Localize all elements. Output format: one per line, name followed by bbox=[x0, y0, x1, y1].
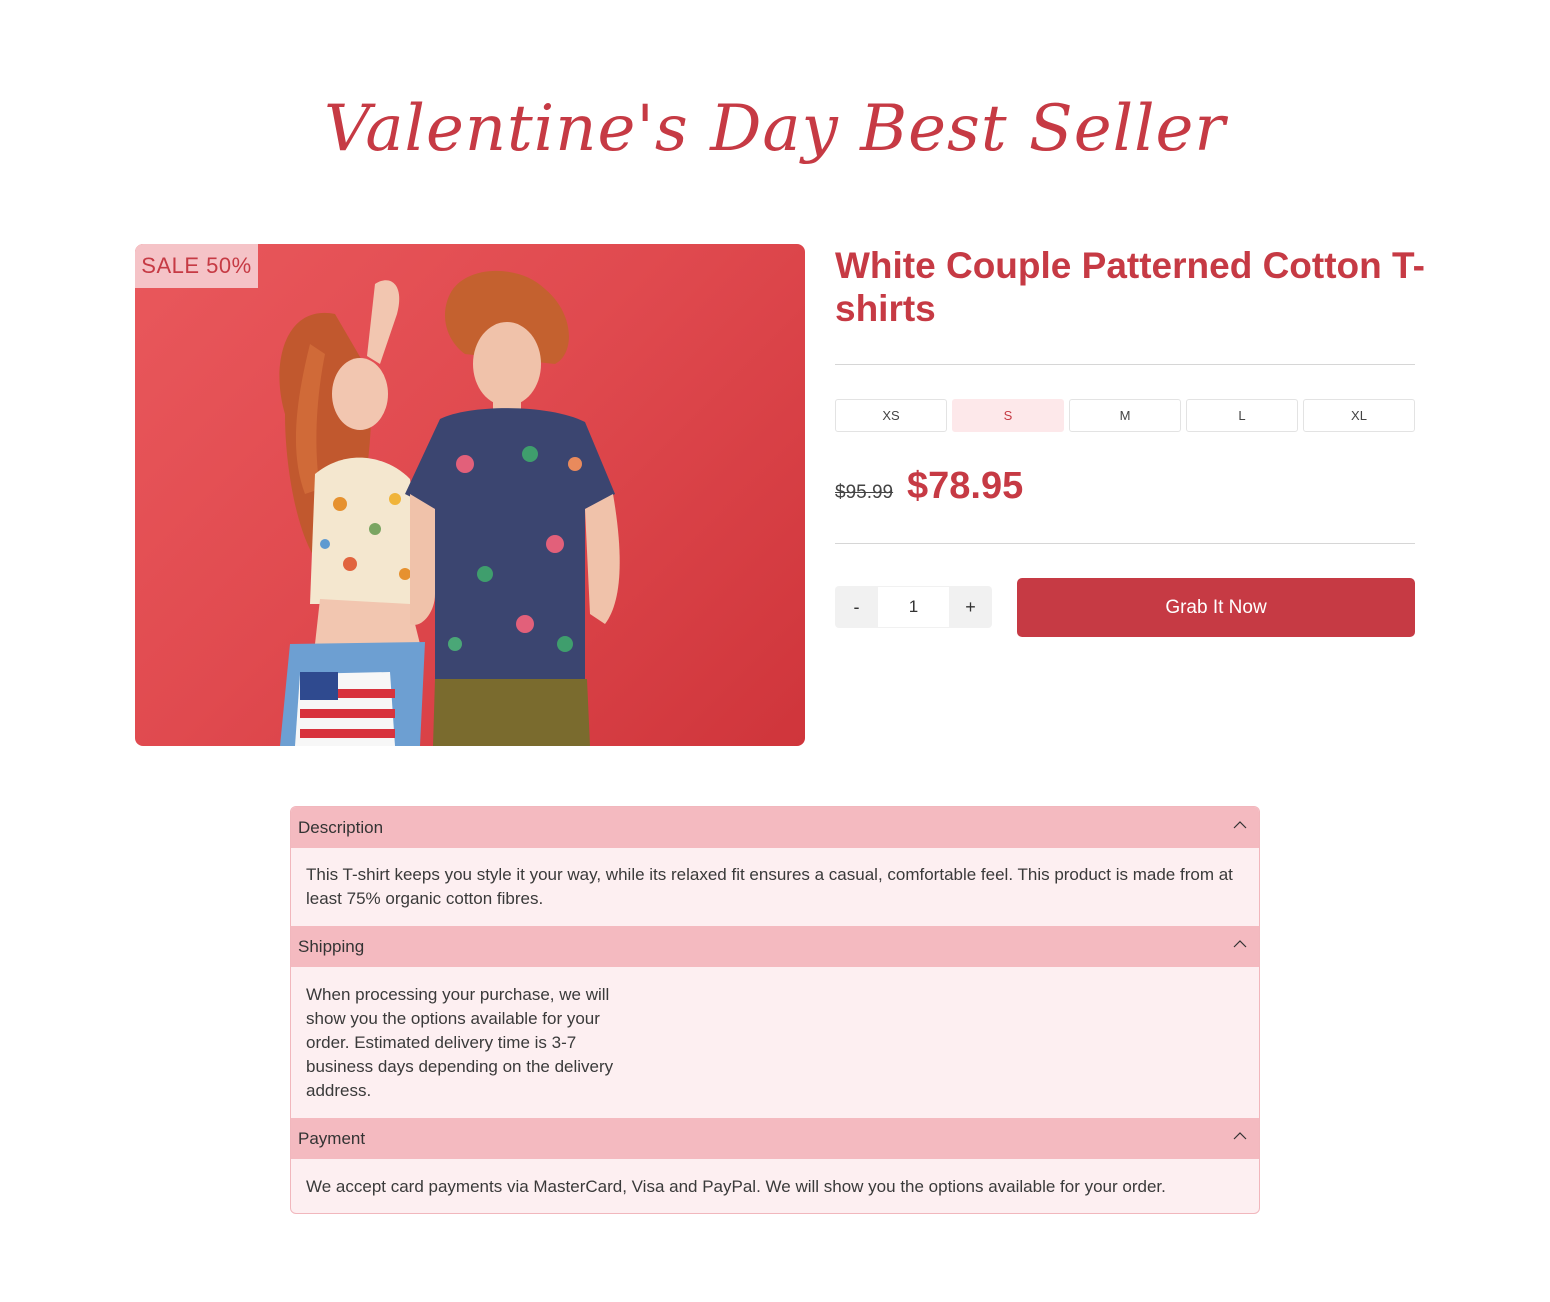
accordion-header-description[interactable]: Description bbox=[291, 807, 1259, 848]
size-option-xs[interactable]: XS bbox=[835, 399, 947, 432]
grab-it-now-button[interactable]: Grab It Now bbox=[1017, 578, 1415, 637]
sale-badge: SALE 50% bbox=[135, 244, 258, 288]
quantity-input[interactable] bbox=[878, 586, 949, 628]
size-option-s[interactable]: S bbox=[952, 399, 1064, 432]
sale-price: $78.95 bbox=[907, 465, 1024, 507]
product-name: White Couple Patterned Cotton T-shirts bbox=[835, 245, 1425, 329]
accordion-body-description: This T-shirt keeps you style it your way… bbox=[306, 865, 1233, 908]
size-option-m[interactable]: M bbox=[1069, 399, 1181, 432]
quantity-increase-button[interactable]: + bbox=[949, 586, 992, 628]
accordion-header-payment[interactable]: Payment bbox=[291, 1118, 1259, 1159]
divider bbox=[835, 364, 1415, 365]
couple-photo-illustration bbox=[279, 270, 620, 746]
accordion-body-payment: We accept card payments via MasterCard, … bbox=[306, 1177, 1166, 1196]
accordion-title: Payment bbox=[298, 1129, 366, 1148]
divider bbox=[835, 543, 1415, 544]
product-info-accordion: Description This T-shirt keeps you style… bbox=[290, 806, 1260, 1214]
chevron-up-icon bbox=[1233, 1132, 1247, 1140]
accordion-title: Shipping bbox=[298, 937, 365, 956]
size-selector: XS S M L XL bbox=[835, 399, 1415, 432]
chevron-up-icon bbox=[1233, 940, 1247, 948]
size-option-l[interactable]: L bbox=[1186, 399, 1298, 432]
accordion-title: Description bbox=[298, 818, 384, 837]
size-option-xl[interactable]: XL bbox=[1303, 399, 1415, 432]
accordion-header-shipping[interactable]: Shipping bbox=[291, 926, 1259, 967]
chevron-up-icon bbox=[1233, 821, 1247, 829]
original-price: $95.99 bbox=[835, 482, 894, 503]
quantity-stepper: - + bbox=[835, 586, 992, 628]
quantity-decrease-button[interactable]: - bbox=[835, 586, 878, 628]
page-title: Valentine's Day Best Seller bbox=[323, 92, 1227, 166]
product-image: SALE 50% bbox=[135, 244, 805, 746]
accordion-body-shipping: When processing your purchase, we will s… bbox=[306, 985, 614, 1100]
